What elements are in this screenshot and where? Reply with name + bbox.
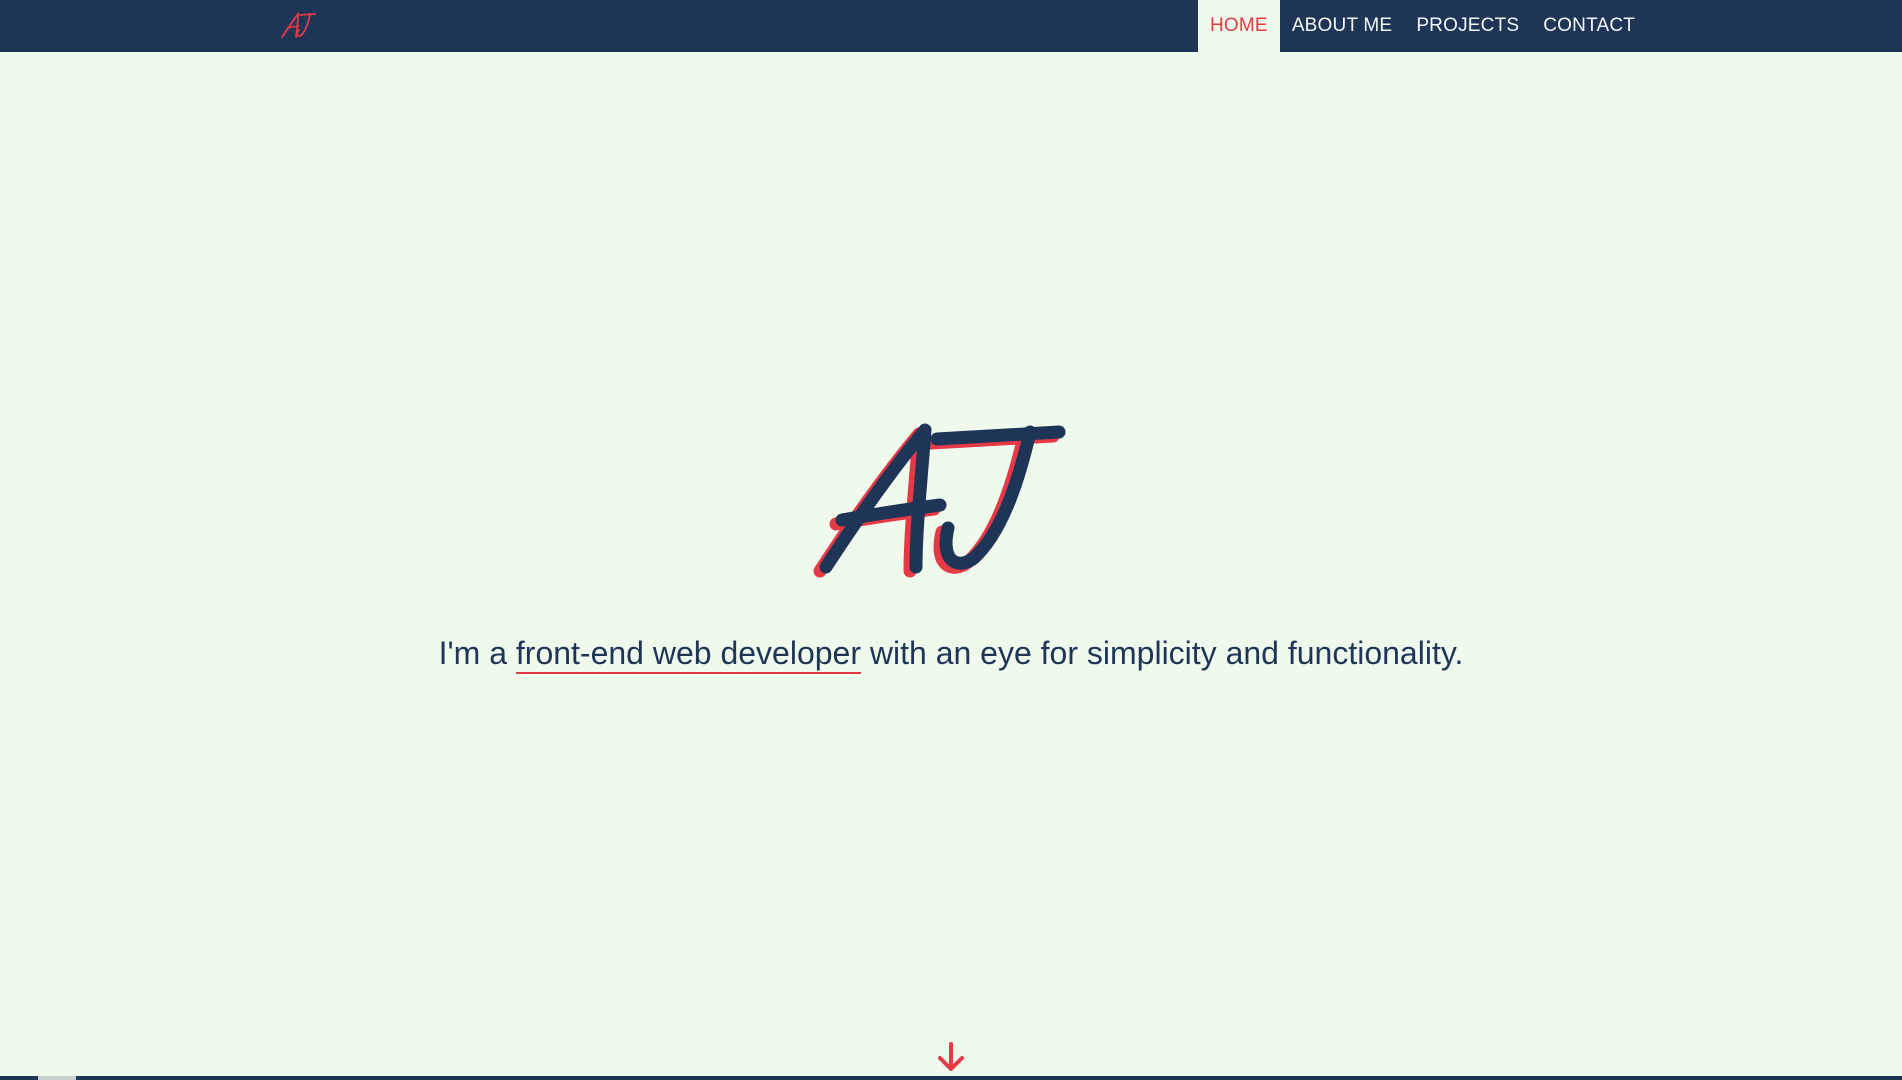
nav-home-link[interactable]: HOME — [1198, 0, 1280, 52]
hero-logo-icon — [813, 423, 1066, 578]
nav-links: HOME ABOUT ME PROJECTS CONTACT — [1198, 0, 1647, 52]
arrow-down-icon[interactable] — [937, 1042, 965, 1072]
top-navbar: HOME ABOUT ME PROJECTS CONTACT — [0, 0, 1902, 52]
section-divider — [0, 1076, 1902, 1080]
site-logo-icon[interactable] — [278, 10, 318, 42]
tagline-highlight-link[interactable]: front-end web developer — [515, 635, 861, 674]
nav-contact-link[interactable]: CONTACT — [1531, 0, 1647, 52]
hero-tagline: I'm a front-end web developer with an ey… — [0, 633, 1902, 674]
scrollbar-thumb[interactable] — [38, 1076, 76, 1080]
tagline-suffix: with an eye for simplicity and functiona… — [861, 635, 1464, 671]
nav-projects-link[interactable]: PROJECTS — [1404, 0, 1531, 52]
tagline-prefix: I'm a — [438, 635, 516, 671]
nav-about-me-link[interactable]: ABOUT ME — [1280, 0, 1405, 52]
